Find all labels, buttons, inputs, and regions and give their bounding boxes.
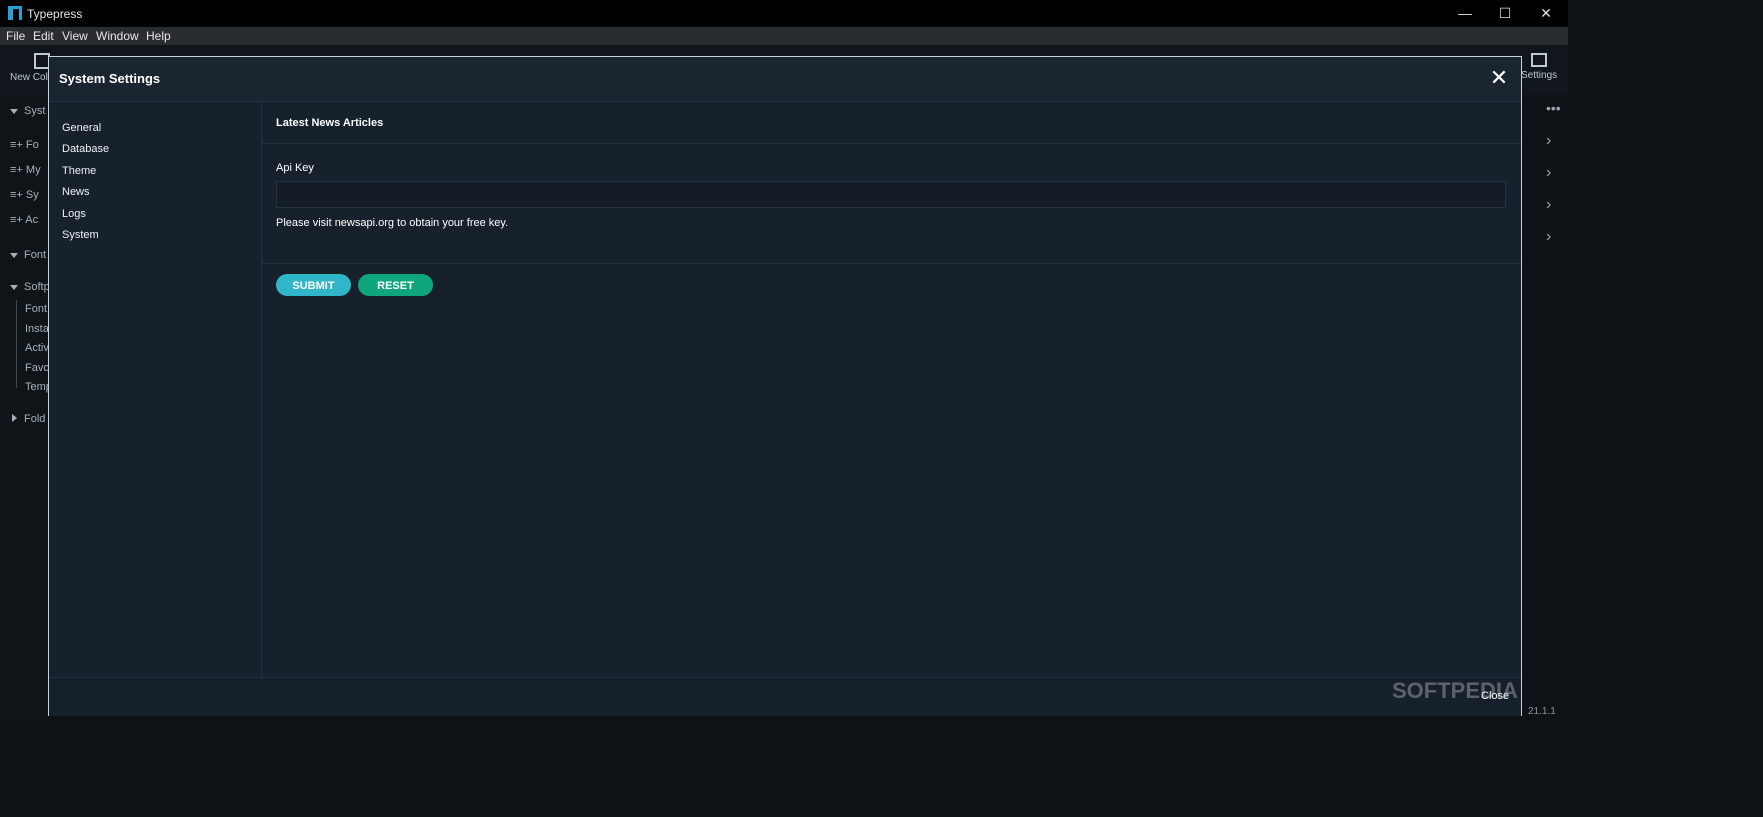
new-collection-label: New Coll [10,72,51,83]
dialog-title: System Settings [59,71,161,86]
new-collection-button[interactable]: New Coll [10,53,50,83]
api-key-help-text: Please visit newsapi.org to obtain your … [276,217,509,229]
settings-nav: General Database Theme News Logs System [49,102,262,677]
menu-edit[interactable]: Edit [33,29,54,43]
submit-button[interactable]: SUBMIT [276,274,351,296]
sidebar-list-item[interactable]: ≡+ My [10,164,41,176]
divider [262,143,1521,144]
sidebar: Syst ≡+ Fo ≡+ My ≡+ Sy ≡+ Ac Font Softp … [0,95,52,727]
playlist-add-icon: ≡+ [10,164,23,176]
sidebar-list-item[interactable]: ≡+ Ac [10,214,38,226]
nav-item-news[interactable]: News [62,186,90,198]
sidebar-group[interactable]: Font [10,249,46,261]
playlist-add-icon: ≡+ [10,189,23,201]
api-key-input[interactable] [276,181,1506,208]
sidebar-child-item[interactable]: Insta [25,323,49,335]
chevron-right-icon[interactable]: › [1546,196,1551,214]
dialog-footer: Close [49,677,1521,716]
menu-file[interactable]: File [6,29,25,43]
reset-button[interactable]: RESET [358,274,433,296]
menu-view[interactable]: View [62,29,88,43]
divider [262,263,1521,264]
minimize-button[interactable]: — [1445,0,1485,27]
sidebar-group[interactable]: Softp [10,281,50,293]
caret-down-icon [10,109,18,114]
caret-right-icon [12,414,17,422]
nav-item-logs[interactable]: Logs [62,208,86,220]
dialog-header: System Settings ✕ [49,57,1521,102]
settings-content: Latest News Articles Api Key Please visi… [262,102,1521,677]
settings-exit-icon [1531,53,1548,67]
chevron-right-icon[interactable]: › [1546,164,1551,182]
maximize-button[interactable]: ☐ [1485,0,1525,27]
sidebar-group[interactable]: Syst [10,105,45,117]
nav-item-system[interactable]: System [62,229,99,241]
caret-down-icon [10,253,18,258]
sidebar-group[interactable]: Fold [10,413,45,425]
title-bar: Typepress — ☐ ✕ [0,0,1568,27]
nav-item-general[interactable]: General [62,122,101,134]
sidebar-list-item[interactable]: ≡+ Fo [10,139,39,151]
sidebar-child-item[interactable]: Favo [25,362,49,374]
dialog-close-icon[interactable]: ✕ [1489,67,1509,89]
more-options-icon[interactable]: ••• [1546,100,1561,116]
chevron-right-icon[interactable]: › [1546,228,1551,246]
playlist-add-icon: ≡+ [10,139,23,151]
window-close-button[interactable]: ✕ [1526,0,1566,27]
chevron-right-icon[interactable]: › [1546,132,1551,150]
settings-label: Settings [1521,70,1558,81]
nav-item-database[interactable]: Database [62,143,109,155]
softpedia-watermark: SOFTPEDIA [1392,678,1518,703]
menu-window[interactable]: Window [96,29,139,43]
api-key-label: Api Key [276,162,314,174]
system-settings-dialog: System Settings ✕ General Database Theme… [48,56,1522,716]
app-logo-icon [8,6,22,20]
app-title: Typepress [27,7,83,21]
playlist-add-icon: ≡+ [10,214,23,226]
caret-down-icon [10,285,18,290]
menu-bar: File Edit View Window Help [0,27,1568,45]
tree-connector-line [16,300,17,388]
nav-item-theme[interactable]: Theme [62,165,96,177]
menu-help[interactable]: Help [146,29,171,43]
section-title: Latest News Articles [276,117,384,129]
sidebar-list-item[interactable]: ≡+ Sy [10,189,39,201]
settings-button[interactable]: Settings [1521,53,1557,81]
version-label: 21.1.1 [1528,706,1556,717]
sidebar-child-item[interactable]: Activ [25,342,49,354]
sidebar-child-item[interactable]: Font [25,303,47,315]
